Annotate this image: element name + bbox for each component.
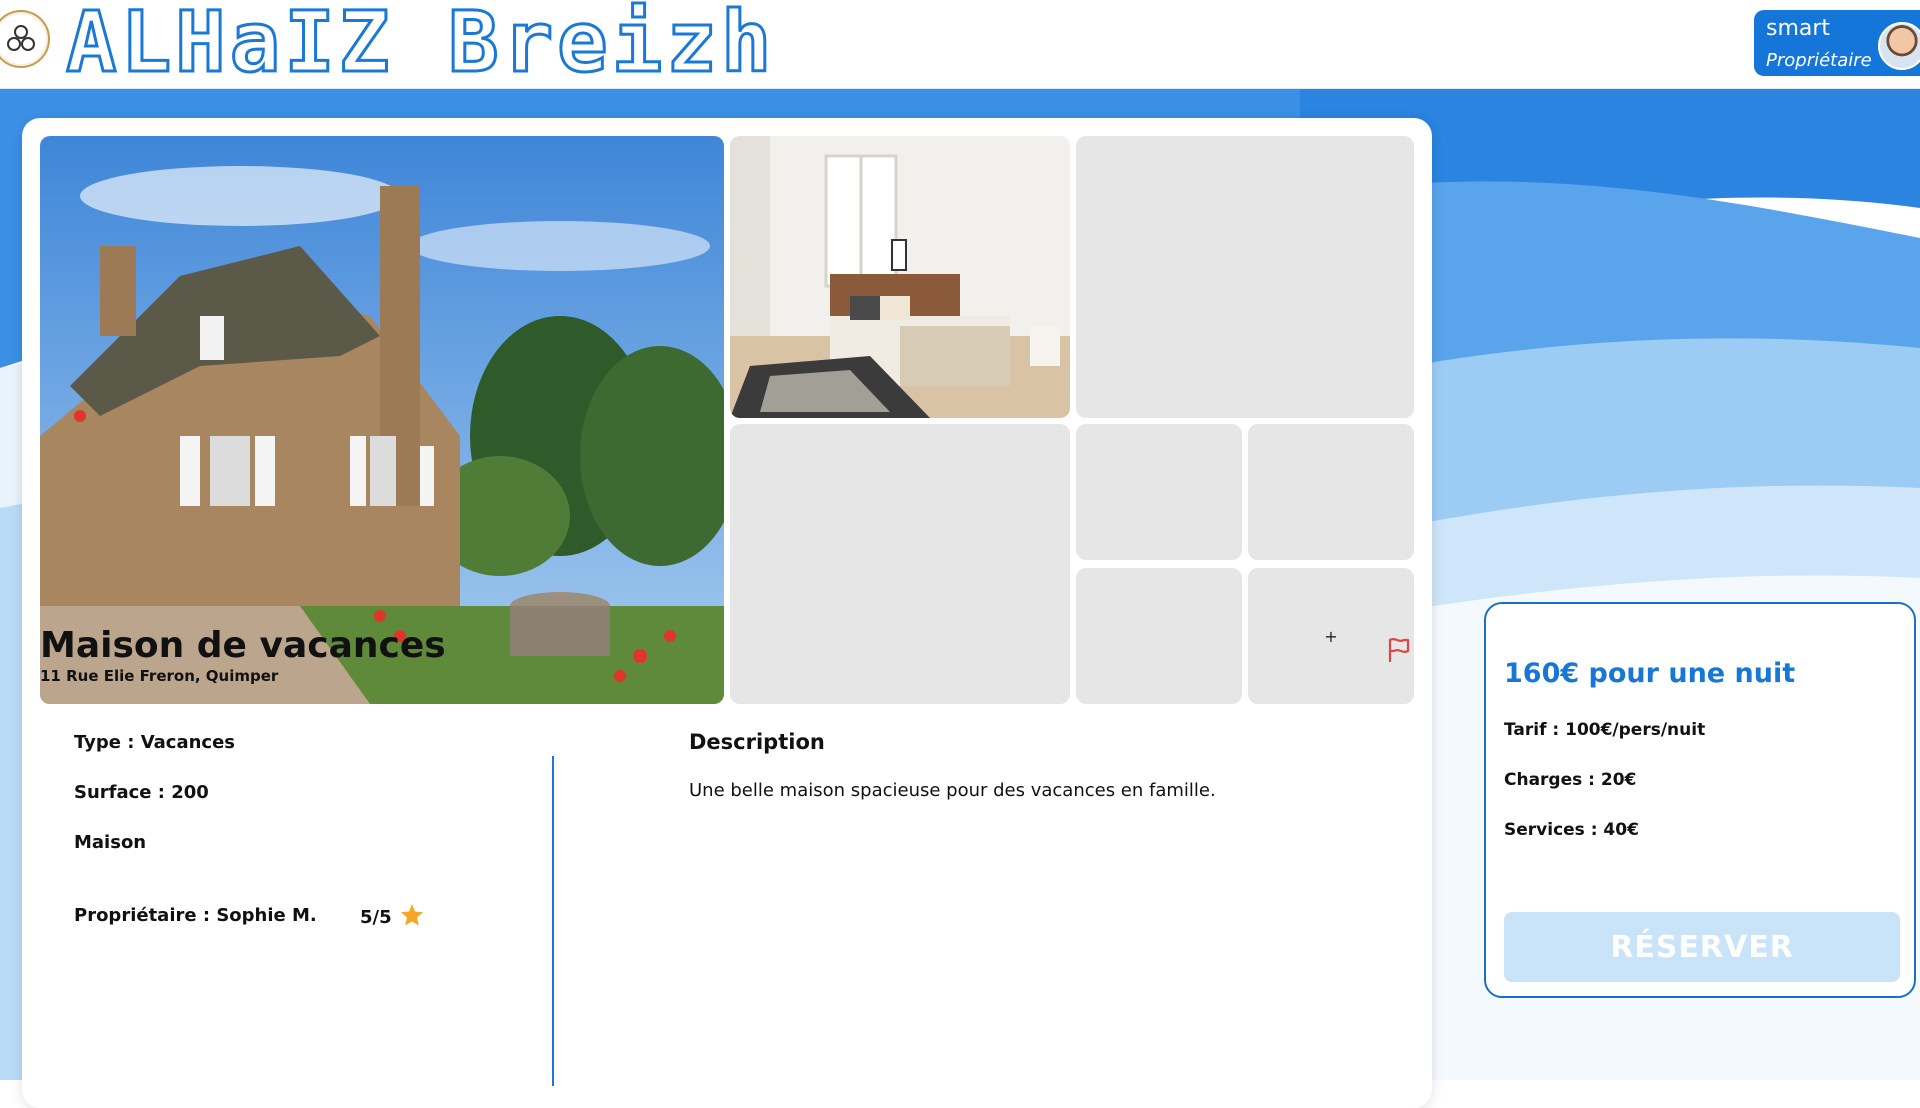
reserve-button[interactable]: RÉSERVER xyxy=(1504,912,1900,982)
user-role: Propriétaire xyxy=(1766,50,1872,71)
photo-placeholder[interactable] xyxy=(1076,136,1414,418)
main-photo-house[interactable] xyxy=(40,136,724,704)
owner-rating-value: 5/5 xyxy=(360,907,392,928)
user-name: smart xyxy=(1766,16,1831,41)
photo-placeholder[interactable] xyxy=(730,424,1070,704)
property-surface: Surface : 200 xyxy=(74,782,209,803)
listing-address: 11 Rue Elie Freron, Quimper xyxy=(40,667,279,685)
owner-name[interactable]: Propriétaire : Sophie M. xyxy=(74,905,317,926)
brand-title[interactable]: ALHaIZ Breizh xyxy=(64,0,775,92)
booking-panel: 160€ pour une nuit Tarif : 100€/pers/nui… xyxy=(1484,602,1916,998)
property-category: Maison xyxy=(74,832,147,853)
property-type: Type : Vacances xyxy=(74,732,236,753)
owner-rating: 5/5 xyxy=(360,903,424,928)
flag-icon[interactable] xyxy=(1386,636,1412,668)
photo-placeholder[interactable] xyxy=(1076,568,1242,704)
triskel-logo-icon[interactable] xyxy=(0,10,50,68)
description-heading: Description xyxy=(689,730,825,754)
listing-card: + Maison de vacances 11 Rue Elie Freron,… xyxy=(22,118,1432,1108)
avatar[interactable] xyxy=(1878,22,1920,70)
star-icon xyxy=(400,904,423,926)
plus-icon: + xyxy=(1324,626,1338,646)
user-menu[interactable]: smart Propriétaire xyxy=(1754,10,1920,76)
tarif-line: Tarif : 100€/pers/nuit xyxy=(1504,720,1706,740)
description-text: Une belle maison spacieuse pour des vaca… xyxy=(689,780,1216,801)
listing-title: Maison de vacances xyxy=(40,625,446,666)
photo-placeholder[interactable] xyxy=(1248,424,1414,560)
price-per-night: 160€ pour une nuit xyxy=(1504,658,1796,689)
info-divider xyxy=(552,756,554,1086)
photo-bedroom[interactable] xyxy=(730,136,1070,418)
services-line: Services : 40€ xyxy=(1504,820,1639,840)
photo-placeholder[interactable] xyxy=(1076,424,1242,560)
charges-line: Charges : 20€ xyxy=(1504,770,1637,790)
top-bar: ALHaIZ Breizh smart Propriétaire xyxy=(0,0,1920,92)
